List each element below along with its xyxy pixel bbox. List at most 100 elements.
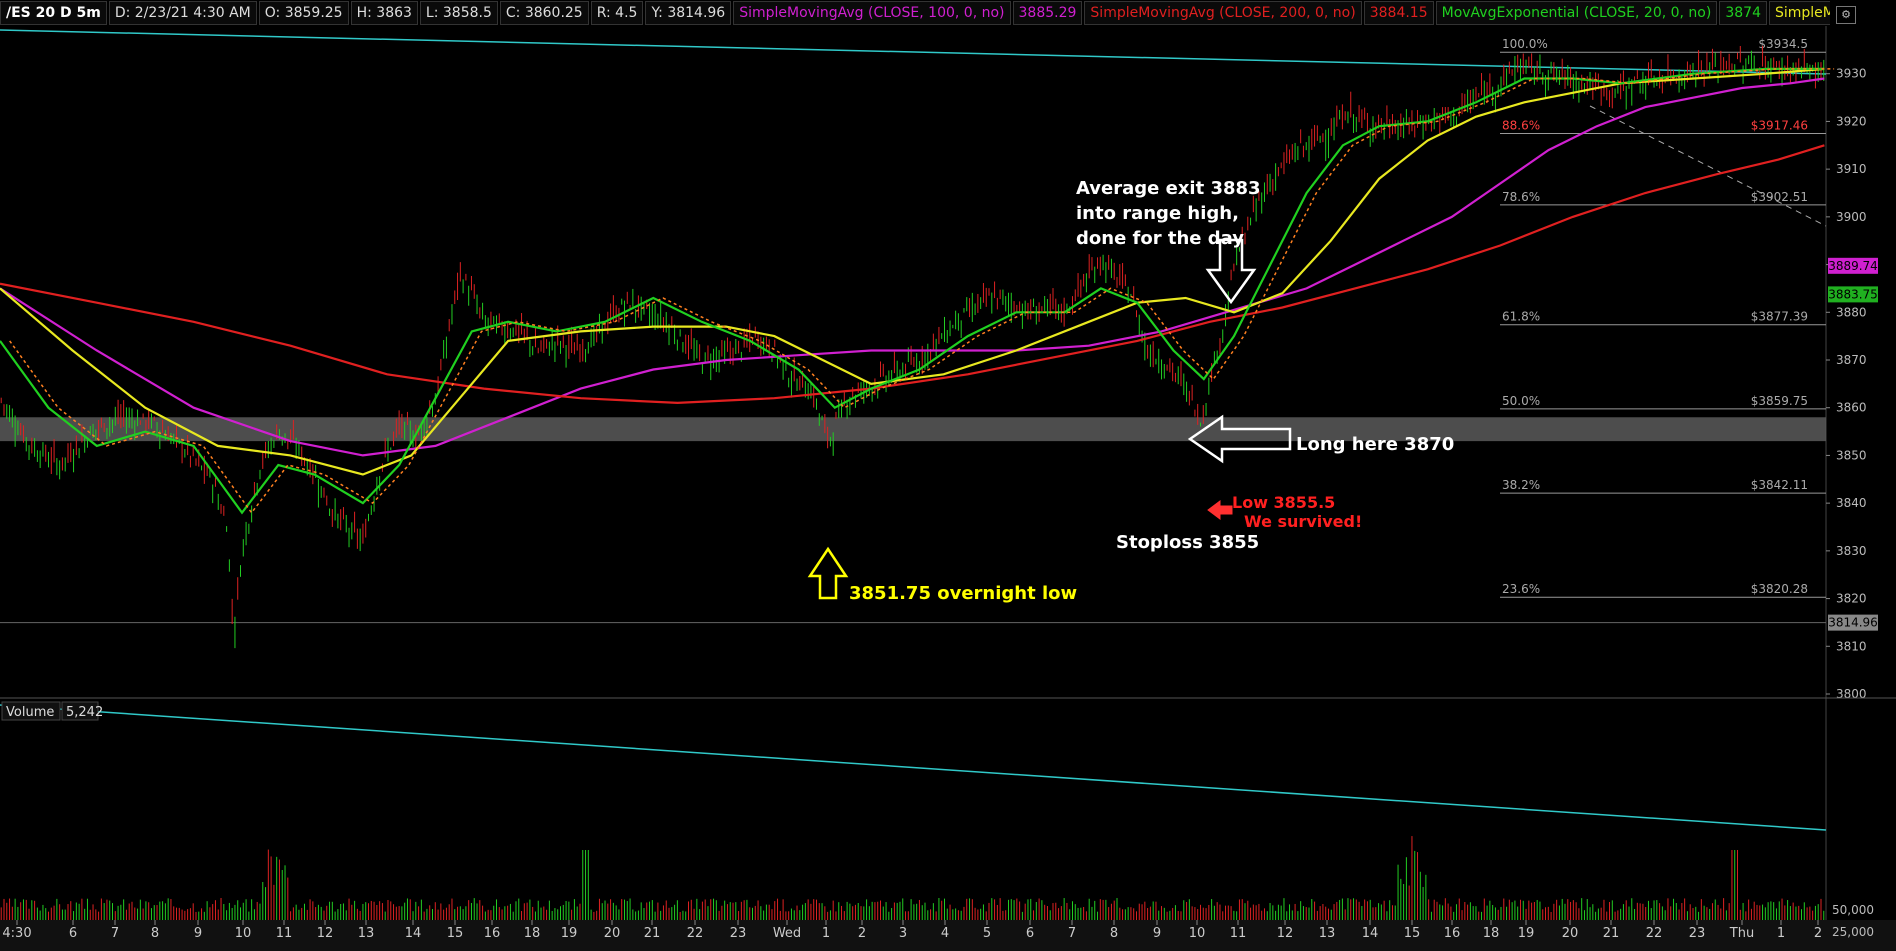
support-zone [0, 417, 1826, 442]
time-tick-label: 20 [1562, 926, 1579, 941]
study-label[interactable]: SimpleMovingAvg (CLOSE, 200, 0, no) [1084, 1, 1362, 25]
settings-icon[interactable]: ⚙ [1836, 6, 1856, 24]
volume-value: 5,242 [66, 705, 103, 720]
study-label[interactable]: MovAvgExponential (CLOSE, 20, 0, no) [1435, 1, 1718, 25]
time-tick-label: 14 [405, 926, 422, 941]
fib-percent-label: 61.8% [1502, 310, 1540, 324]
fib-percent-label: 100.0% [1502, 37, 1548, 51]
price-tick-label: 3850 [1836, 448, 1867, 462]
fib-price-label: $3934.5 [1758, 37, 1808, 51]
time-tick-label: 3 [899, 926, 907, 941]
price-tick-label: 3820 [1836, 592, 1867, 606]
study-label[interactable]: SimpleMovingAvg (CLOSE, 100, 0, no) [733, 1, 1011, 25]
price-tick-label: 3880 [1836, 305, 1867, 319]
time-tick-label: 21 [1603, 926, 1620, 941]
time-tick-label: 13 [358, 926, 375, 941]
fib-price-label: $3820.28 [1751, 582, 1808, 596]
time-tick-label: 4 [941, 926, 949, 941]
price-tick-label: 3900 [1836, 210, 1867, 224]
bar-y: Y: 3814.96 [645, 1, 732, 25]
annotation-text: We survived! [1244, 512, 1362, 531]
time-tick-label: 8 [1110, 926, 1118, 941]
time-tick-label: 2 [1814, 926, 1822, 941]
time-tick-label: 6 [69, 926, 77, 941]
fib-price-label: $3877.39 [1751, 310, 1808, 324]
price-badge-label: 3883.75 [1828, 287, 1878, 301]
fib-price-label: $3917.46 [1751, 119, 1808, 133]
time-tick-label: 1 [822, 926, 830, 941]
time-tick-label: 19 [561, 926, 578, 941]
time-tick-label: 11 [1230, 926, 1247, 941]
fib-price-label: $3902.51 [1751, 190, 1808, 204]
time-tick-label: 13 [1319, 926, 1336, 941]
time-tick-label: 10 [235, 926, 252, 941]
time-tick-label: 10 [1189, 926, 1206, 941]
volume-tick-label: 25,000 [1832, 925, 1874, 939]
annotation-text: into range high, [1076, 203, 1239, 224]
time-tick-label: 21 [644, 926, 661, 941]
time-tick-label: 23 [1689, 926, 1706, 941]
fib-percent-label: 23.6% [1502, 582, 1540, 596]
annotation-text: Low 3855.5 [1232, 493, 1335, 512]
bar-date: D: 2/23/21 4:30 AM [108, 1, 257, 25]
time-tick-label: 9 [194, 926, 202, 941]
bar-open: O: 3859.25 [258, 1, 349, 25]
time-tick-label: 4:30 [2, 926, 31, 941]
time-tick-label: 14 [1362, 926, 1379, 941]
annotation-text: Average exit 3883 [1076, 178, 1261, 199]
time-tick-label: 15 [447, 926, 464, 941]
study-legend: SimpleMovingAvg (CLOSE, 100, 0, no) 3885.… [733, 1, 1830, 25]
annotation-text: Long here 3870 [1296, 434, 1454, 455]
time-tick-label: 22 [687, 926, 704, 941]
time-tick-label: 8 [151, 926, 159, 941]
price-tick-label: 3860 [1836, 401, 1867, 415]
fib-percent-label: 38.2% [1502, 478, 1540, 492]
time-tick-label: 11 [276, 926, 293, 941]
volume-tick-label: 50,000 [1832, 903, 1874, 917]
annotation-text: 3851.75 overnight low [849, 583, 1077, 604]
time-tick-label: 6 [1026, 926, 1034, 941]
volume-label: Volume [6, 705, 54, 720]
bar-high: H: 3863 [350, 1, 418, 25]
bar-low: L: 3858.5 [419, 1, 498, 25]
price-tick-label: 3930 [1836, 67, 1867, 81]
time-tick-label: 22 [1646, 926, 1663, 941]
fib-price-label: $3859.75 [1751, 394, 1808, 408]
time-tick-label: 18 [1483, 926, 1500, 941]
time-tick-label: 1 [1777, 926, 1785, 941]
price-badge-label: 3889.74 [1828, 259, 1878, 273]
time-tick-label: 12 [1277, 926, 1294, 941]
time-tick-label: 20 [604, 926, 621, 941]
time-tick-label: 2 [858, 926, 866, 941]
time-tick-label: 16 [1444, 926, 1461, 941]
bar-close: C: 3860.25 [499, 1, 589, 25]
price-tick-label: 3800 [1836, 687, 1867, 701]
price-tick-label: 3830 [1836, 544, 1867, 558]
symbol-label[interactable]: /ES 20 D 5m [0, 1, 107, 25]
time-tick-label: 7 [111, 926, 119, 941]
chart-header: /ES 20 D 5m D: 2/23/21 4:30 AM O: 3859.2… [0, 0, 1830, 26]
price-chart: 100.0% $3934.5 88.6% $3917.46 78.6% $3902.51 6… [0, 26, 1896, 951]
time-tick-label: 19 [1518, 926, 1535, 941]
time-tick-label: 12 [317, 926, 334, 941]
study-value: 3884.15 [1363, 1, 1434, 25]
time-tick-label: 9 [1153, 926, 1161, 941]
time-tick-label: 5 [983, 926, 991, 941]
price-badge-label: 3814.96 [1828, 616, 1878, 630]
time-tick-label: 7 [1068, 926, 1076, 941]
fib-percent-label: 88.6% [1502, 119, 1540, 133]
time-tick-label: 18 [524, 926, 541, 941]
fib-percent-label: 50.0% [1502, 394, 1540, 408]
time-tick-label: Wed [773, 926, 801, 941]
price-tick-label: 3870 [1836, 353, 1867, 367]
price-tick-label: 3920 [1836, 114, 1867, 128]
study-label[interactable]: SimpleMovingAvg (CLOSE, 50, 0, no) [1768, 1, 1830, 25]
time-tick-label: 16 [484, 926, 501, 941]
price-tick-label: 3910 [1836, 162, 1867, 176]
annotation-text: done for the day [1076, 228, 1244, 249]
time-tick-label: 23 [730, 926, 747, 941]
time-tick-label: 15 [1404, 926, 1421, 941]
price-tick-label: 3840 [1836, 496, 1867, 510]
chart-background [0, 26, 1896, 951]
price-tick-label: 3810 [1836, 639, 1867, 653]
